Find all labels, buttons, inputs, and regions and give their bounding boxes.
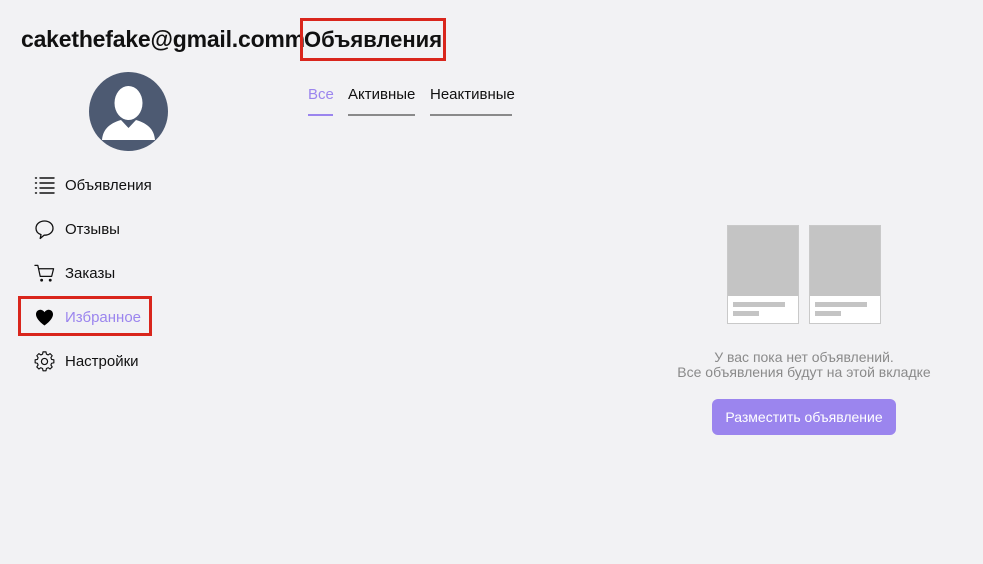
sidebar-item-label: Избранное [65,308,142,326]
sidebar-item-orders[interactable]: Заказы [34,261,115,285]
empty-state-line: Все объявления будут на этой вкладке [677,364,931,380]
tab-active[interactable]: Активные [348,86,415,116]
page-title-highlight: Объявления [300,18,446,61]
placeholder-image [810,226,880,296]
placeholder-line [733,302,785,307]
heart-icon [34,307,55,328]
speech-bubble-icon [34,219,55,240]
tab-underline [308,114,333,116]
sidebar-item-label: Отзывы [65,220,120,238]
gear-icon [34,350,55,372]
empty-state-line: У вас пока нет объявлений. [714,349,894,365]
tab-underline [430,114,512,116]
page-title: Объявления [303,26,443,52]
empty-state-message: У вас пока нет объявлений. Все объявлени… [654,350,954,380]
placeholder-card [727,225,799,324]
sidebar-item-reviews[interactable]: Отзывы [34,217,120,241]
sidebar-item-ads[interactable]: Объявления [34,173,152,197]
placeholder-card [809,225,881,324]
tab-label: Все [308,86,334,103]
cart-icon [34,263,55,284]
sidebar-item-label: Заказы [65,264,116,282]
tab-inactive[interactable]: Неактивные [430,86,515,116]
placeholder-image [728,226,798,296]
sidebar-item-settings[interactable]: Настройки [34,349,139,373]
profile-page: cakethefake@gmail.comm Объявления Объявл… [0,0,983,564]
list-icon [34,175,55,196]
sidebar-item-label: Объявления [65,176,152,194]
placeholder-line [733,311,759,316]
tab-all[interactable]: Все [308,86,334,116]
user-silhouette-icon [102,86,155,140]
post-ad-button[interactable]: Разместить объявление [712,399,896,435]
user-email: cakethefake@gmail.comm [21,26,305,52]
tab-label: Неактивные [430,86,515,103]
placeholder-line [815,302,867,307]
sidebar-item-label: Настройки [65,352,139,370]
sidebar-item-favorites[interactable]: Избранное [34,305,141,329]
tab-label: Активные [348,86,416,103]
avatar[interactable] [89,72,168,151]
tab-underline [348,114,415,116]
placeholder-line [815,311,841,316]
